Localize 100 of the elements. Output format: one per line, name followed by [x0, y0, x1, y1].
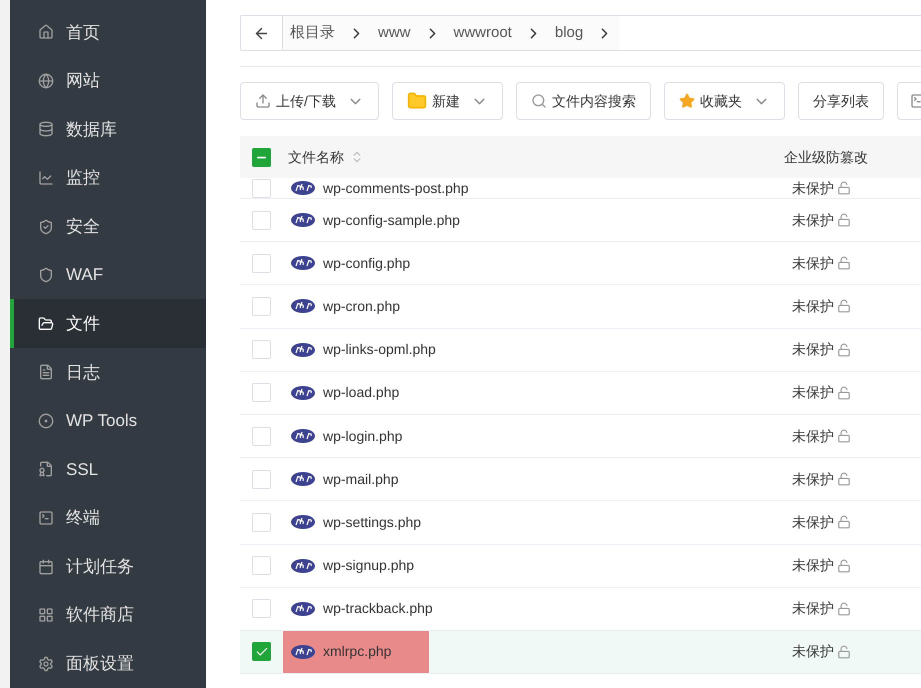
sidebar-item[interactable]: 日志 — [10, 348, 206, 397]
protection-status: 未保护 — [792, 470, 834, 489]
chart-icon — [38, 170, 54, 186]
row-checkbox[interactable] — [252, 556, 271, 576]
search-icon — [530, 93, 547, 109]
file-row[interactable]: wp-comments-post.php 未保护 — [240, 178, 921, 199]
terminal-icon — [38, 510, 54, 526]
row-checkbox[interactable] — [252, 512, 271, 532]
php-file-icon — [291, 342, 315, 357]
file-row[interactable]: wp-links-opml.php 未保护 — [240, 328, 921, 372]
file-name-cell[interactable]: wp-config-sample.php — [283, 199, 583, 242]
row-checkbox[interactable] — [252, 426, 271, 446]
sidebar-item[interactable]: 面板设置 — [10, 640, 206, 688]
file-name[interactable]: wp-mail.php — [323, 468, 398, 490]
php-file-icon — [291, 558, 315, 573]
unlocked-icon — [837, 429, 851, 444]
shield-icon — [38, 267, 54, 284]
file-row[interactable]: wp-signup.php 未保护 — [240, 544, 921, 588]
file-name-cell[interactable]: wp-config.php — [283, 242, 583, 284]
protection-status: 未保护 — [792, 642, 834, 662]
row-checkbox[interactable] — [252, 178, 271, 198]
sidebar-item[interactable]: 首页 — [10, 8, 206, 57]
column-header[interactable]: 文件名称 — [288, 146, 344, 168]
file-row[interactable]: wp-trackback.php 未保护 — [240, 588, 921, 631]
sidebar-item[interactable]: 终端 — [10, 494, 206, 542]
file-name[interactable]: wp-comments-post.php — [323, 178, 469, 198]
toolbar-button[interactable]: 新建 — [392, 82, 503, 120]
file-name-cell[interactable]: wp-cron.php — [283, 285, 583, 328]
toolbar-button[interactable]: 上传/下载 — [240, 82, 379, 120]
column-header: 企业级防篡改 — [784, 148, 868, 166]
folder-plus-icon — [406, 91, 427, 111]
row-checkbox[interactable] — [252, 340, 271, 360]
sidebar-item[interactable]: 文件 — [10, 299, 206, 348]
php-file-icon — [291, 386, 315, 400]
sidebar-item[interactable]: 网站 — [10, 56, 206, 106]
select-all-checkbox[interactable] — [252, 148, 271, 166]
toolbar-button[interactable]: 文件内容搜索 — [516, 82, 651, 120]
file-name[interactable]: wp-trackback.php — [323, 598, 433, 620]
php-file-icon — [291, 256, 315, 270]
toolbar-button[interactable]: 收藏夹 — [664, 82, 785, 120]
row-checkbox[interactable] — [252, 254, 271, 273]
folder-icon — [38, 316, 54, 332]
file-name-cell[interactable]: wp-mail.php — [283, 458, 583, 500]
file-name[interactable]: xmlrpc.php — [323, 641, 392, 662]
file-name[interactable]: wp-login.php — [323, 426, 402, 447]
file-name[interactable]: wp-load.php — [323, 382, 400, 404]
file-name[interactable]: wp-links-opml.php — [323, 339, 436, 360]
file-name-cell[interactable]: wp-comments-post.php — [283, 178, 583, 198]
sidebar-item[interactable]: 计划任务 — [10, 542, 206, 591]
sidebar-item[interactable]: 安全 — [10, 202, 206, 251]
row-checkbox[interactable] — [252, 470, 271, 489]
file-name[interactable]: wp-config.php — [323, 252, 410, 274]
file-name-cell[interactable]: wp-trackback.php — [283, 588, 583, 630]
php-file-icon — [291, 299, 315, 314]
document-icon — [38, 364, 54, 380]
file-name-cell[interactable]: wp-signup.php — [283, 544, 583, 587]
home-icon — [38, 24, 54, 40]
file-name[interactable]: wp-cron.php — [323, 296, 400, 317]
protection-status: 未保护 — [792, 512, 834, 532]
shield-check-icon — [38, 218, 54, 235]
file-name[interactable]: wp-config-sample.php — [323, 210, 460, 231]
row-checkbox[interactable] — [252, 210, 271, 230]
protection-status: 未保护 — [792, 599, 834, 618]
sidebar-item[interactable]: WP Tools — [10, 396, 206, 446]
protection-status: 未保护 — [792, 210, 834, 230]
database-icon — [38, 121, 54, 138]
protection-status: 未保护 — [792, 296, 834, 316]
row-checkbox[interactable] — [252, 383, 271, 402]
unlocked-icon — [837, 472, 851, 486]
file-row[interactable]: xmlrpc.php 未保护 — [240, 630, 921, 674]
php-file-icon — [291, 644, 315, 659]
file-name[interactable]: wp-settings.php — [323, 512, 422, 533]
protection-status: 未保护 — [792, 426, 834, 446]
file-name[interactable]: wp-signup.php — [323, 555, 414, 576]
sidebar-item[interactable]: 数据库 — [10, 105, 206, 154]
toolbar-button[interactable]: 分享列表 — [798, 82, 884, 120]
unlocked-icon — [837, 181, 851, 195]
file-name-cell[interactable]: wp-settings.php — [283, 501, 583, 544]
unlocked-icon — [837, 515, 851, 530]
php-file-icon — [291, 429, 315, 444]
file-name-cell[interactable]: wp-load.php — [283, 372, 583, 414]
grid-icon — [38, 607, 54, 624]
row-checkbox[interactable] — [252, 296, 271, 316]
php-file-icon — [291, 472, 315, 486]
sidebar-item[interactable]: 监控 — [10, 154, 206, 202]
sidebar-item[interactable]: 软件商店 — [10, 590, 206, 640]
sidebar-item[interactable]: SSL — [10, 445, 206, 494]
protection-status: 未保护 — [792, 178, 834, 198]
star-icon — [678, 93, 695, 109]
row-checkbox[interactable] — [252, 599, 271, 618]
sidebar-item[interactable]: WAF — [10, 250, 206, 300]
file-name-cell[interactable]: wp-links-opml.php — [283, 328, 583, 371]
file-name-cell[interactable]: wp-login.php — [283, 414, 583, 458]
protection-status: 未保护 — [792, 556, 834, 576]
file-name-cell[interactable]: xmlrpc.php — [283, 630, 429, 674]
globe-icon — [38, 72, 54, 89]
upload-icon — [255, 93, 271, 109]
row-checkbox[interactable] — [252, 642, 271, 662]
unlocked-icon — [837, 342, 851, 357]
unlocked-icon — [837, 558, 851, 573]
